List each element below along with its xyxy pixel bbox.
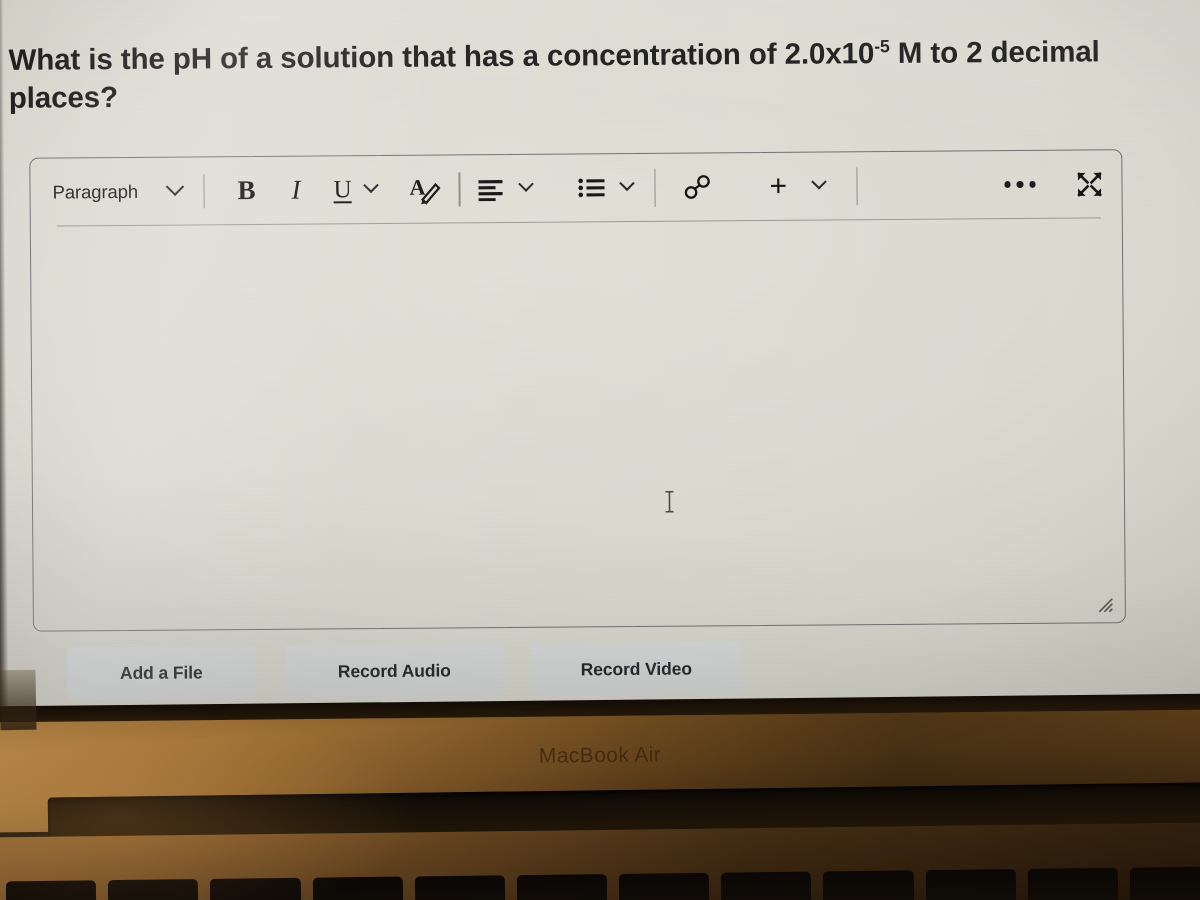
chevron-down-icon [517, 176, 534, 192]
key [516, 874, 608, 900]
dot [1016, 181, 1024, 188]
key [414, 875, 506, 900]
underline-button[interactable]: U [319, 176, 355, 204]
key [618, 872, 710, 900]
toolbar-divider [202, 173, 205, 208]
photo-of-laptop-screen: What is the pH of a solution that has a … [0, 0, 1200, 900]
key [720, 871, 812, 900]
record-audio-button[interactable]: Record Audio [285, 644, 504, 698]
question-exponent: -5 [874, 36, 890, 57]
toolbar-divider [458, 171, 461, 206]
dot [1028, 181, 1036, 188]
rich-content-editor: Paragraph B I U A + [29, 149, 1126, 632]
key [108, 879, 199, 900]
key [210, 877, 301, 900]
editor-toolbar: Paragraph B I U A + [30, 150, 1121, 226]
toolbar-divider [855, 166, 858, 205]
paragraph-style-label: Paragraph [52, 180, 139, 203]
chevron-down-icon [810, 174, 827, 190]
key [1129, 866, 1200, 900]
align-left-icon [478, 179, 503, 201]
dot [1003, 181, 1011, 188]
list-dropdown[interactable] [607, 175, 638, 193]
insert-dropdown[interactable] [793, 174, 830, 191]
attachment-buttons: Add a File Record Audio Record Video [67, 642, 742, 700]
fullscreen-button[interactable] [1075, 170, 1103, 198]
chevron-down-icon [618, 175, 635, 192]
resize-handle[interactable] [1095, 594, 1115, 614]
toolbar-divider [653, 168, 656, 207]
chevron-down-icon [363, 177, 379, 194]
add-a-file-button[interactable]: Add a File [67, 645, 256, 700]
bold-button[interactable]: B [220, 175, 272, 206]
align-dropdown[interactable] [506, 176, 537, 194]
svg-text:A: A [409, 174, 425, 199]
bulleted-list-icon [577, 178, 605, 197]
underline-dropdown[interactable] [356, 177, 383, 195]
browser-page: What is the pH of a solution that has a … [0, 0, 1200, 712]
align-button[interactable] [476, 176, 506, 201]
list-button[interactable] [577, 176, 607, 200]
overflow-menu-button[interactable] [990, 181, 1050, 188]
key [5, 880, 97, 900]
key [1027, 867, 1119, 900]
question-text-before-exponent: What is the pH of a solution that has a … [8, 37, 875, 77]
text-color-button[interactable]: A [408, 173, 442, 205]
italic-button[interactable]: I [272, 174, 319, 205]
text-color-icon: A [409, 174, 441, 205]
link-button[interactable] [671, 173, 723, 201]
laptop-screen: What is the pH of a solution that has a … [0, 0, 1200, 712]
link-icon [684, 174, 710, 199]
paragraph-style-dropdown[interactable]: Paragraph [50, 176, 187, 207]
key [312, 876, 403, 900]
key [823, 870, 914, 900]
chevron-down-icon [165, 177, 184, 197]
key [925, 869, 1016, 900]
text-cursor-icon [665, 490, 674, 513]
editor-body[interactable] [31, 218, 1125, 633]
fullscreen-expand-icon [1077, 171, 1102, 197]
insert-button[interactable]: + [763, 169, 793, 203]
record-video-button[interactable]: Record Video [531, 642, 742, 696]
question-prompt: What is the pH of a solution that has a … [8, 33, 1104, 118]
